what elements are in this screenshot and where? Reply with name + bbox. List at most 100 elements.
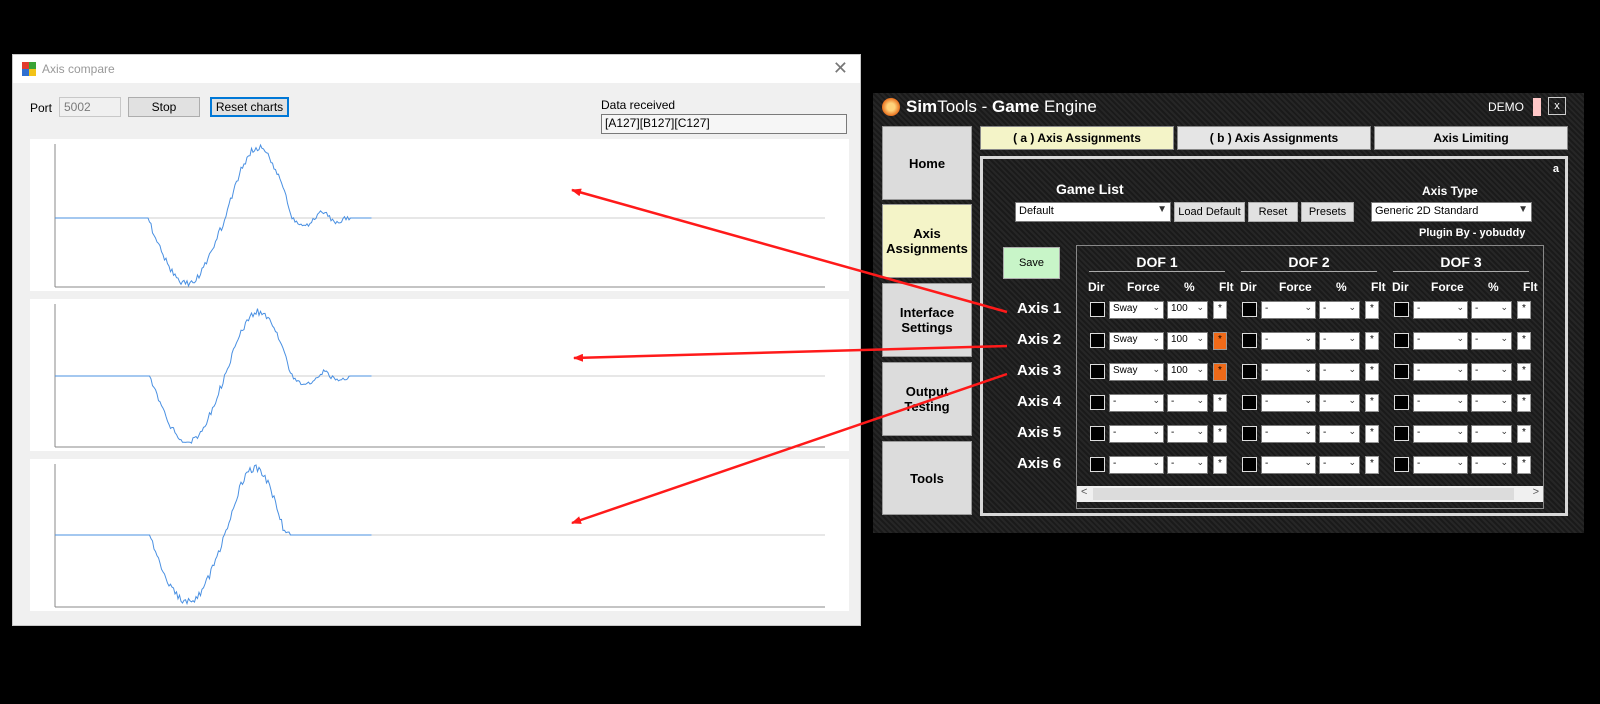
percent-dropdown[interactable]: 100 ⌄ [1167,332,1208,350]
force-dropdown[interactable]: Sway ⌄ [1109,363,1164,381]
force-dropdown[interactable]: - ⌄ [1413,425,1468,443]
dir-checkbox[interactable] [1242,364,1257,379]
game-list-dropdown[interactable]: Default ▼ [1015,202,1171,222]
presets-button[interactable]: Presets [1301,202,1354,222]
percent-dropdown[interactable]: - ⌄ [1471,456,1512,474]
scroll-thumb[interactable] [1093,488,1514,500]
dir-checkbox[interactable] [1242,302,1257,317]
percent-value: - [1475,396,1479,407]
load-default-button[interactable]: Load Default [1174,202,1245,222]
dir-checkbox[interactable] [1090,457,1105,472]
reset-button[interactable]: Reset [1248,202,1298,222]
close-icon[interactable]: ✕ [833,58,848,79]
percent-dropdown[interactable]: - ⌄ [1319,332,1360,350]
force-dropdown[interactable]: Sway ⌄ [1109,332,1164,350]
port-input[interactable]: 5002 [59,97,121,117]
force-dropdown[interactable]: - ⌄ [1109,456,1164,474]
filter-button[interactable]: * [1365,394,1379,412]
filter-button[interactable]: * [1213,456,1227,474]
percent-dropdown[interactable]: - ⌄ [1471,332,1512,350]
nav-interface-settings[interactable]: Interface Settings [882,283,972,357]
tab-axis-limiting[interactable]: Axis Limiting [1374,126,1568,150]
percent-dropdown[interactable]: 100 ⌄ [1167,301,1208,319]
dir-checkbox[interactable] [1394,364,1409,379]
force-dropdown[interactable]: - ⌄ [1109,394,1164,412]
close-button[interactable]: x [1548,97,1566,115]
dir-checkbox[interactable] [1394,302,1409,317]
force-dropdown[interactable]: - ⌄ [1261,363,1316,381]
filter-button[interactable]: * [1213,363,1227,381]
percent-dropdown[interactable]: - ⌄ [1319,301,1360,319]
scroll-right-icon[interactable]: > [1533,486,1539,498]
dir-checkbox[interactable] [1242,395,1257,410]
dir-checkbox[interactable] [1090,333,1105,348]
filter-button[interactable]: * [1517,425,1531,443]
stop-button[interactable]: Stop [128,97,200,117]
percent-dropdown[interactable]: - ⌄ [1471,301,1512,319]
dir-checkbox[interactable] [1242,426,1257,441]
force-dropdown[interactable]: - ⌄ [1261,456,1316,474]
filter-button[interactable]: * [1213,394,1227,412]
percent-dropdown[interactable]: - ⌄ [1319,456,1360,474]
dir-checkbox[interactable] [1090,395,1105,410]
force-dropdown[interactable]: - ⌄ [1413,394,1468,412]
filter-button[interactable]: * [1213,425,1227,443]
percent-dropdown[interactable]: - ⌄ [1471,425,1512,443]
percent-dropdown[interactable]: - ⌄ [1319,394,1360,412]
filter-button[interactable]: * [1517,363,1531,381]
force-dropdown[interactable]: - ⌄ [1261,332,1316,350]
percent-dropdown[interactable]: 100 ⌄ [1167,363,1208,381]
dir-checkbox[interactable] [1394,333,1409,348]
nav-tools[interactable]: Tools [882,441,972,515]
dir-checkbox[interactable] [1394,395,1409,410]
filter-button[interactable]: * [1517,394,1531,412]
minimize-button[interactable] [1533,98,1541,116]
filter-button[interactable]: * [1365,301,1379,319]
nav-axis-assignments[interactable]: Axis Assignments [882,204,972,278]
save-button[interactable]: Save [1003,247,1060,279]
force-dropdown[interactable]: - ⌄ [1413,456,1468,474]
dir-checkbox[interactable] [1090,302,1105,317]
percent-dropdown[interactable]: - ⌄ [1471,363,1512,381]
percent-dropdown[interactable]: - ⌄ [1471,394,1512,412]
nav-output-testing[interactable]: Output Testing [882,362,972,436]
force-dropdown[interactable]: Sway ⌄ [1109,301,1164,319]
filter-button[interactable]: * [1365,363,1379,381]
force-dropdown[interactable]: - ⌄ [1261,425,1316,443]
force-dropdown[interactable]: - ⌄ [1413,301,1468,319]
dir-checkbox[interactable] [1242,333,1257,348]
filter-button[interactable]: * [1517,332,1531,350]
filter-button[interactable]: * [1365,425,1379,443]
percent-dropdown[interactable]: - ⌄ [1167,425,1208,443]
dir-checkbox[interactable] [1090,426,1105,441]
filter-button[interactable]: * [1213,301,1227,319]
scroll-left-icon[interactable]: < [1081,486,1087,498]
filter-button[interactable]: * [1365,456,1379,474]
percent-dropdown[interactable]: - ⌄ [1167,456,1208,474]
percent-dropdown[interactable]: - ⌄ [1167,394,1208,412]
force-dropdown[interactable]: - ⌄ [1261,394,1316,412]
filter-button[interactable]: * [1517,301,1531,319]
percent-dropdown[interactable]: - ⌄ [1319,425,1360,443]
filter-button[interactable]: * [1365,332,1379,350]
col-header-flt: Flt [1371,280,1386,294]
data-received-field[interactable]: [A127][B127][C127] [601,114,847,134]
axis-type-dropdown[interactable]: Generic 2D Standard ▼ [1371,202,1532,222]
dir-checkbox[interactable] [1394,426,1409,441]
tab-axis-assignments-b[interactable]: ( b ) Axis Assignments [1177,126,1371,150]
chevron-down-icon: ⌄ [1500,426,1508,436]
filter-button[interactable]: * [1517,456,1531,474]
force-dropdown[interactable]: - ⌄ [1109,425,1164,443]
percent-dropdown[interactable]: - ⌄ [1319,363,1360,381]
dir-checkbox[interactable] [1090,364,1105,379]
force-dropdown[interactable]: - ⌄ [1413,363,1468,381]
force-dropdown[interactable]: - ⌄ [1261,301,1316,319]
nav-home[interactable]: Home [882,126,972,200]
horizontal-scrollbar[interactable]: < > [1077,486,1543,502]
dir-checkbox[interactable] [1242,457,1257,472]
force-dropdown[interactable]: - ⌄ [1413,332,1468,350]
reset-charts-button[interactable]: Reset charts [210,97,289,117]
dir-checkbox[interactable] [1394,457,1409,472]
tab-axis-assignments-a[interactable]: ( a ) Axis Assignments [980,126,1174,150]
filter-button[interactable]: * [1213,332,1227,350]
